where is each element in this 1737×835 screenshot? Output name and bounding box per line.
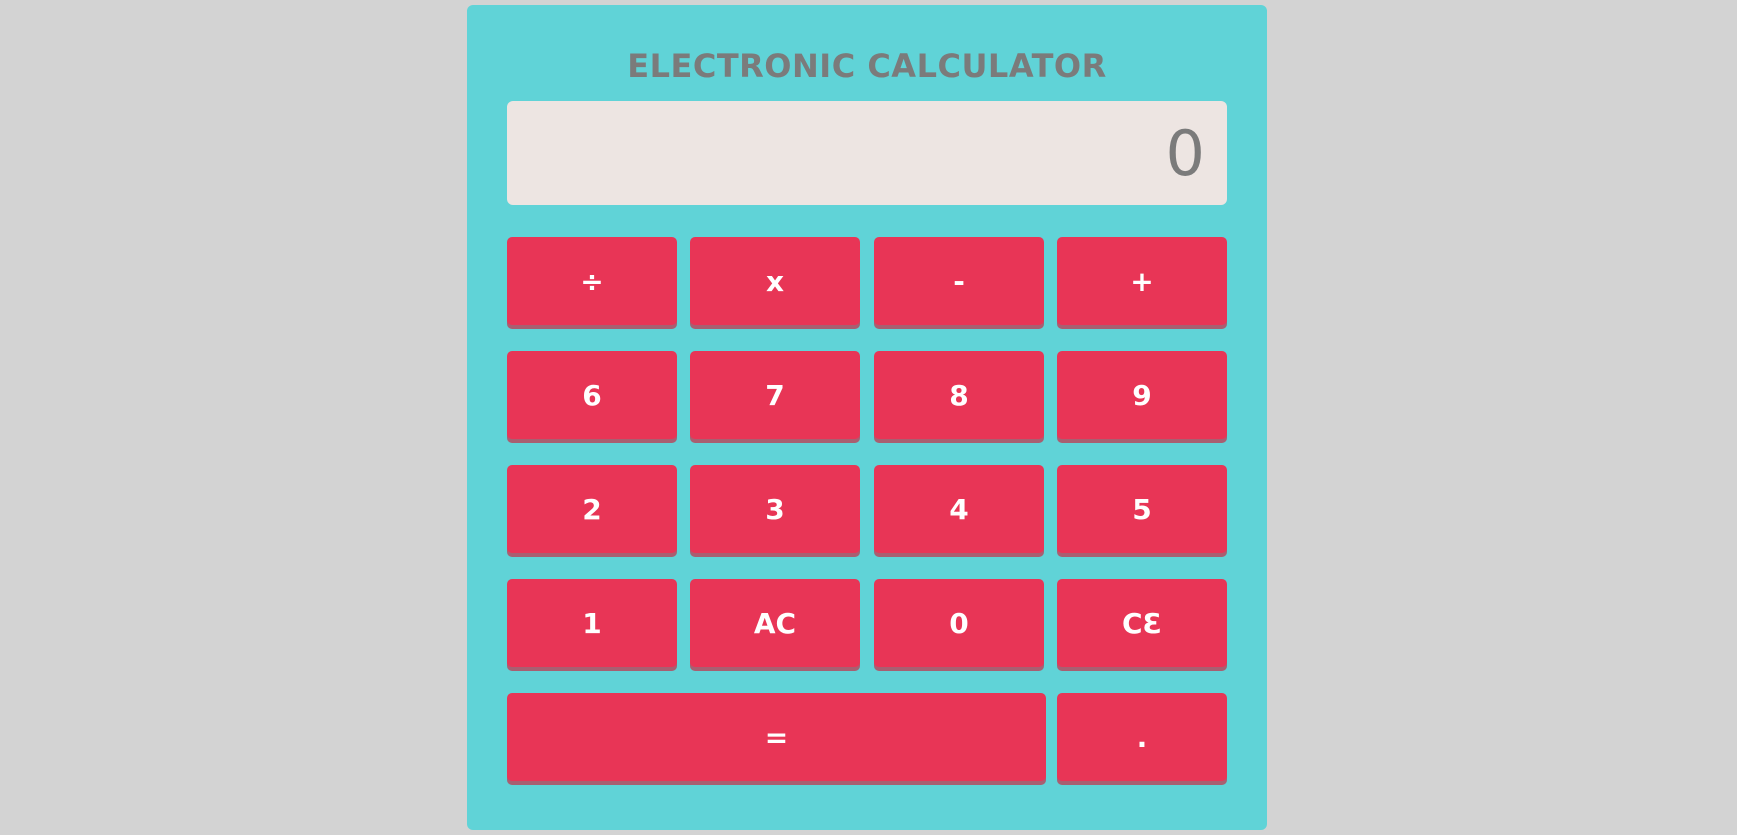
digit-7-button[interactable]: 7 [690, 351, 860, 439]
digit-0-button[interactable]: 0 [874, 579, 1044, 667]
add-button[interactable]: + [1057, 237, 1227, 325]
all-clear-button[interactable]: AC [690, 579, 860, 667]
subtract-button[interactable]: - [874, 237, 1044, 325]
display-value: 0 [1165, 116, 1205, 190]
clear-entry-button[interactable]: CƐ [1057, 579, 1227, 667]
divide-button[interactable]: ÷ [507, 237, 677, 325]
digit-5-button[interactable]: 5 [1057, 465, 1227, 553]
equals-button[interactable]: = [507, 693, 1046, 781]
digit-8-button[interactable]: 8 [874, 351, 1044, 439]
calculator-title: ELECTRONIC CALCULATOR [627, 47, 1107, 85]
multiply-button[interactable]: x [690, 237, 860, 325]
digit-6-button[interactable]: 6 [507, 351, 677, 439]
digit-2-button[interactable]: 2 [507, 465, 677, 553]
digit-9-button[interactable]: 9 [1057, 351, 1227, 439]
digit-3-button[interactable]: 3 [690, 465, 860, 553]
decimal-button[interactable]: . [1057, 693, 1227, 781]
digit-1-button[interactable]: 1 [507, 579, 677, 667]
calculator-body: ELECTRONIC CALCULATOR 0 ÷ x - + 6 7 8 9 … [467, 5, 1267, 830]
digit-4-button[interactable]: 4 [874, 465, 1044, 553]
calculator-display: 0 [507, 101, 1227, 205]
